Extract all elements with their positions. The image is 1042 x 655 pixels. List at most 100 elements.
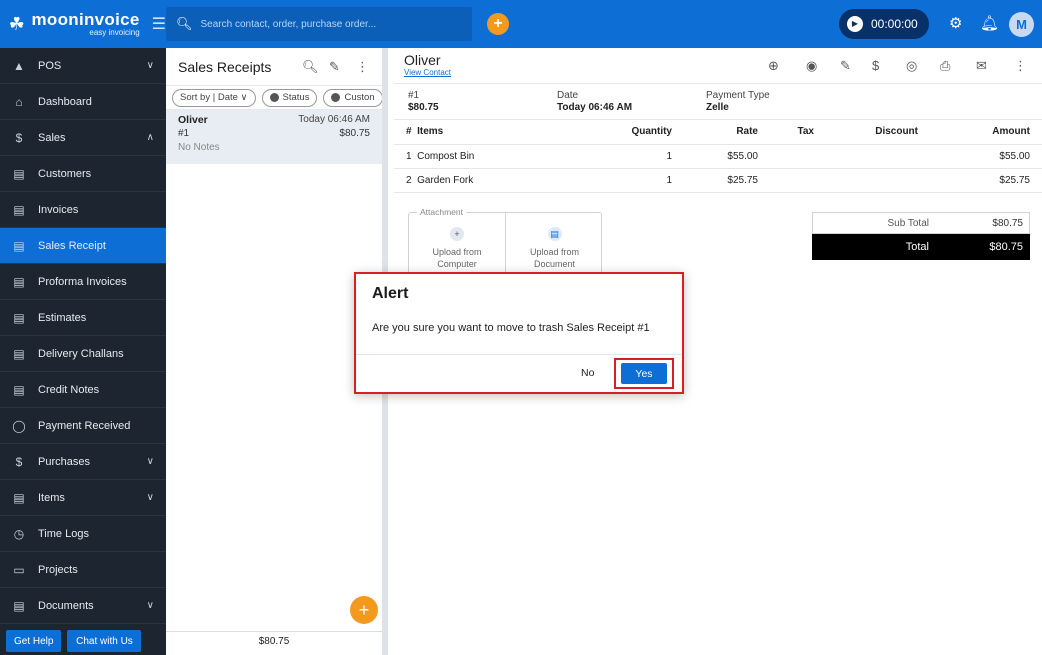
no-button[interactable]: No (581, 367, 594, 379)
sidebar-item-credit-notes[interactable]: ▤ Credit Notes (0, 372, 166, 408)
yes-button[interactable]: Yes (621, 363, 667, 384)
item-tax (770, 168, 826, 193)
sidebar-item-estimates[interactable]: ▤ Estimates (0, 300, 166, 336)
more-vertical-icon[interactable]: ⋮ (356, 59, 369, 75)
item-rate: $25.75 (684, 168, 770, 193)
item-num: 1 (406, 150, 412, 162)
plus-circle-icon: + (450, 227, 464, 241)
sidebar-item-documents[interactable]: ▤ Documents ∨ (0, 588, 166, 624)
chevron-circle-icon[interactable]: ⊕ (768, 58, 779, 74)
sidebar-item-label: POS (38, 59, 62, 72)
sidebar-item-label: Sales (38, 131, 66, 144)
col-items: # Items (394, 120, 584, 145)
table-row[interactable]: 1 Compost Bin 1 $55.00 $55.00 (394, 144, 1042, 169)
search-input[interactable] (200, 18, 461, 30)
pencil-icon[interactable]: ✎ (329, 59, 340, 75)
list-item[interactable]: Oliver Today 06:46 AM #1 $80.75 No Notes (166, 110, 382, 164)
proforma-doc-icon: ▤ (13, 274, 25, 289)
sidebar-item-projects[interactable]: ▭ Projects (0, 552, 166, 588)
item-amount: $55.00 (930, 144, 1042, 169)
sidebar-item-time-logs[interactable]: ◷ Time Logs (0, 516, 166, 552)
alert-message: Are you sure you want to move to trash S… (372, 322, 650, 334)
brand[interactable]: ☘ mooninvoice easy invoicing ☰ (0, 0, 166, 48)
totals-box: Sub Total $80.75 Total $80.75 (812, 212, 1030, 260)
mail-icon[interactable]: ✉ (976, 58, 987, 74)
item-name-cell: 2 Garden Fork (394, 168, 584, 193)
subtotal-value: $80.75 (992, 217, 1023, 229)
eye-icon[interactable]: ◎ (906, 58, 917, 74)
total-value: $80.75 (989, 241, 1023, 253)
col-items-label: Items (417, 126, 444, 138)
chip-label: Sort by | Date ∨ (180, 92, 248, 103)
sidebar-item-purchases[interactable]: $ Purchases ∨ (0, 444, 166, 480)
hamburger-menu-icon[interactable]: ☰ (152, 14, 166, 34)
sidebar-item-items[interactable]: ▤ Items ∨ (0, 480, 166, 516)
user-avatar[interactable]: M (1009, 12, 1034, 37)
sidebar-item-delivery-challans[interactable]: ▤ Delivery Challans (0, 336, 166, 372)
printer-icon[interactable]: ⎙ (940, 58, 950, 74)
sidebar-item-pos[interactable]: ▲ POS ∨ (0, 48, 166, 84)
sidebar-item-sales-receipt[interactable]: ▤ Sales Receipt (0, 228, 166, 264)
settings-gear-icon[interactable]: ⚙ (949, 14, 962, 32)
filter-bar: Sort by | Date ∨ Status Custon (166, 86, 382, 110)
status-filter-chip[interactable]: Status (261, 88, 318, 107)
sidebar-item-proforma-invoices[interactable]: ▤ Proforma Invoices (0, 264, 166, 300)
sidebar-item-label: Delivery Challans (38, 347, 124, 360)
currency-icon[interactable]: $ (872, 58, 879, 73)
add-receipt-button[interactable]: + (350, 596, 378, 624)
table-row[interactable]: 2 Garden Fork 1 $25.75 $25.75 (394, 168, 1042, 193)
sidebar-item-label: Invoices (38, 203, 79, 216)
meta-date-label: Date (557, 90, 579, 101)
list-icon: ▤ (13, 490, 25, 505)
meta-number-col: #1 $80.75 (408, 90, 557, 119)
sort-by-date-chip[interactable]: Sort by | Date ∨ (172, 88, 256, 107)
sidebar-item-dashboard[interactable]: ⌂ Dashboard (0, 84, 166, 120)
item-quantity: 1 (584, 168, 684, 193)
receipt-notes: No Notes (178, 142, 220, 153)
meta-number: #1 (408, 90, 420, 101)
list-title: Sales Receipts (178, 58, 272, 75)
sidebar-item-payment-received[interactable]: ◯ Payment Received (0, 408, 166, 444)
customer-filter-chip[interactable]: Custon (323, 88, 382, 107)
estimate-doc-icon: ▤ (13, 310, 25, 325)
detail-meta: #1 $80.75 Date Today 06:46 AM Payment Ty… (394, 84, 1042, 120)
upload-computer-line2: Computer (437, 258, 477, 269)
sidebar-item-label: Payment Received (38, 419, 131, 432)
search-icon: 🔍︎ (176, 16, 193, 31)
item-tax (770, 144, 826, 169)
filter-dot-icon (331, 93, 341, 102)
notification-bell-icon[interactable]: 🔔︎ (980, 14, 999, 32)
brand-tagline: easy invoicing (89, 28, 140, 37)
timer-button[interactable]: ▶ 00:00:00 (839, 9, 929, 39)
search-icon[interactable]: 🔍︎ (302, 59, 319, 75)
alert-dialog: Alert Are you sure you want to move to t… (354, 272, 684, 394)
pencil-icon[interactable]: ✎ (840, 58, 851, 74)
chat-with-us-button[interactable]: Chat with Us (67, 630, 142, 652)
subtotal-label: Sub Total (887, 217, 929, 229)
total-label: Total (905, 241, 929, 253)
get-help-button[interactable]: Get Help (6, 630, 62, 652)
search-box[interactable]: 🔍︎ (166, 7, 472, 41)
item-quantity: 1 (584, 144, 684, 169)
col-rate: Rate (684, 120, 770, 145)
sidebar-item-sales[interactable]: $ Sales ∧ (0, 120, 166, 156)
sidebar-item-invoices[interactable]: ▤ Invoices (0, 192, 166, 228)
item-discount (826, 168, 930, 193)
document-icon: ▤ (13, 598, 25, 613)
chip-label: Status (282, 92, 310, 103)
add-new-button[interactable]: + (487, 13, 509, 35)
sidebar-item-customers[interactable]: ▤ Customers (0, 156, 166, 192)
more-vertical-icon[interactable]: ⋮ (1014, 58, 1027, 74)
meta-amount: $80.75 (408, 102, 439, 113)
item-num: 2 (406, 174, 412, 186)
sidebar-item-label: Purchases (38, 455, 90, 468)
meta-payment-col: Payment Type Zelle (706, 90, 855, 119)
home-icon: ⌂ (15, 94, 23, 109)
item-amount: $25.75 (930, 168, 1042, 193)
duplicate-icon[interactable]: ◉ (806, 58, 817, 74)
contact-card-icon: ▤ (13, 166, 25, 181)
purchase-doc-icon: $ (15, 454, 23, 469)
filter-dot-icon (269, 93, 279, 102)
document-icon: ▤ (547, 227, 562, 241)
chevron-up-icon: ∧ (146, 132, 154, 143)
